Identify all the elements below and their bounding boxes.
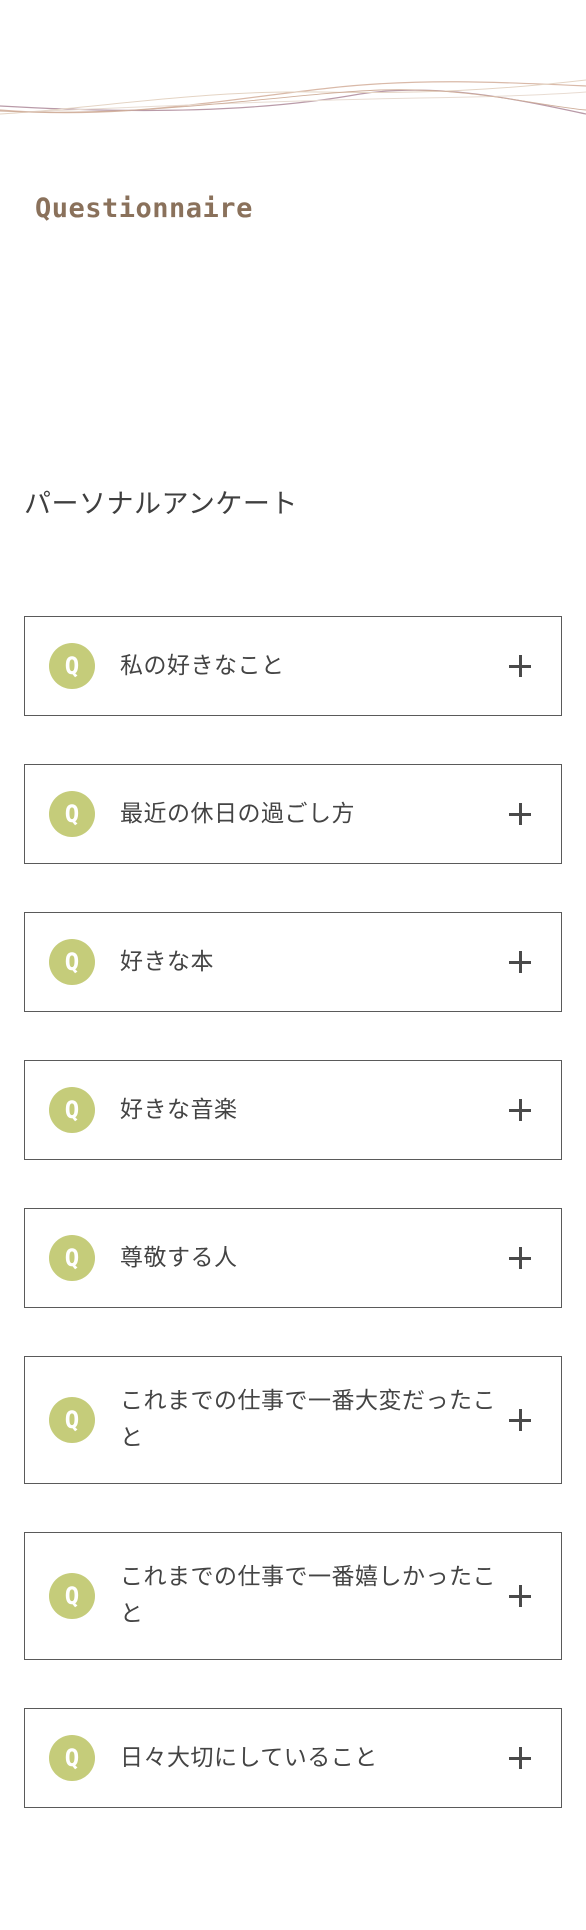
question-text: 日々大切にしていること [120,1744,378,1771]
plus-icon[interactable] [509,1585,531,1607]
question-item[interactable]: Q 好きな音楽 [24,1060,562,1160]
decorative-wave-lines [0,79,586,115]
question-item[interactable]: Q 私の好きなこと [24,616,562,716]
question-item[interactable]: Q これまでの仕事で一番嬉しかったこと [24,1532,562,1660]
q-badge: Q [49,643,95,689]
q-badge: Q [49,791,95,837]
q-badge: Q [49,1397,95,1443]
question-item[interactable]: Q これまでの仕事で一番大変だったこと [24,1356,562,1484]
plus-icon[interactable] [509,1747,531,1769]
question-item[interactable]: Q 好きな本 [24,912,562,1012]
page-title: パーソナルアンケート [24,489,298,520]
question-text: 好きな本 [120,948,214,975]
question-text: 最近の休日の過ごし方 [120,800,355,827]
question-item[interactable]: Q 最近の休日の過ごし方 [24,764,562,864]
q-badge: Q [49,1735,95,1781]
section-label: Questionnaire [35,193,253,224]
question-text: 尊敬する人 [120,1244,238,1271]
plus-icon[interactable] [509,1409,531,1431]
question-text: これまでの仕事で一番大変だったこと [120,1388,496,1451]
question-text: これまでの仕事で一番嬉しかったこと [120,1564,496,1627]
q-badge: Q [49,1087,95,1133]
q-badge: Q [49,939,95,985]
plus-icon[interactable] [509,803,531,825]
question-list: Q 私の好きなこと Q 最近の休日の過ごし方 Q 好きな本 Q 好きな音楽 Q … [24,616,562,1808]
plus-icon[interactable] [509,655,531,677]
q-badge: Q [49,1573,95,1619]
question-text: 私の好きなこと [120,652,285,679]
question-item[interactable]: Q 尊敬する人 [24,1208,562,1308]
question-item[interactable]: Q 日々大切にしていること [24,1708,562,1808]
plus-icon[interactable] [509,1099,531,1121]
plus-icon[interactable] [509,1247,531,1269]
plus-icon[interactable] [509,951,531,973]
q-badge: Q [49,1235,95,1281]
question-text: 好きな音楽 [120,1096,238,1123]
